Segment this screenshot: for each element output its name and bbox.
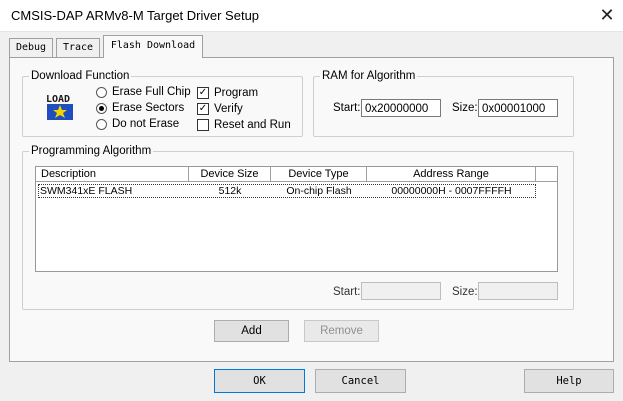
program-label[interactable]: Program [214,87,258,99]
tab-trace[interactable]: Trace [56,38,100,57]
help-button[interactable]: Help [524,369,614,393]
do-not-erase-label[interactable]: Do not Erase [112,118,179,130]
algorithm-table[interactable]: Description Device Size Device Type Addr… [35,166,558,272]
verify-checkbox[interactable]: ✓ [197,103,209,115]
do-not-erase-radio[interactable] [96,119,107,130]
row-device-size: 512k [218,185,242,197]
erase-full-chip-label[interactable]: Erase Full Chip [112,86,191,98]
load-icon-text: LOAD [46,94,70,105]
reset-and-run-checkbox[interactable] [197,119,209,131]
download-function-legend: Download Function [31,70,130,82]
column-header-device-type[interactable]: Device Type [271,167,367,182]
column-header-filler [536,167,557,182]
algo-start-input[interactable] [361,282,441,300]
ok-button[interactable]: OK [214,369,305,393]
ram-start-input[interactable]: 0x20000000 [361,99,441,117]
column-header-device-size[interactable]: Device Size [189,167,271,182]
close-icon[interactable]: ✕ [596,4,618,26]
algo-start-label: Start: [333,286,361,298]
tab-debug[interactable]: Debug [9,38,53,57]
row-device-type: On-chip Flash [286,185,352,197]
row-address-range: 00000000H - 0007FFFFH [391,185,512,197]
erase-sectors-label[interactable]: Erase Sectors [112,102,184,114]
reset-and-run-label[interactable]: Reset and Run [214,119,291,131]
add-button[interactable]: Add [214,320,289,342]
column-header-description[interactable]: Description [36,167,189,182]
load-icon: LOAD [46,94,73,120]
window-title: CMSIS-DAP ARMv8-M Target Driver Setup [11,8,260,23]
erase-full-chip-radio[interactable] [96,87,107,98]
algo-size-input[interactable] [478,282,558,300]
cancel-button[interactable]: Cancel [315,369,406,393]
erase-sectors-radio[interactable] [96,103,107,114]
programming-algorithm-legend: Programming Algorithm [31,145,152,157]
ram-size-label: Size: [452,102,478,114]
algo-size-label: Size: [452,286,478,298]
row-description: SWM341xE FLASH [40,185,133,197]
remove-button[interactable]: Remove [304,320,379,342]
program-checkbox[interactable]: ✓ [197,87,209,99]
ram-start-label: Start: [333,102,361,114]
verify-label[interactable]: Verify [214,103,243,115]
tab-flash-download[interactable]: Flash Download [103,35,203,58]
column-header-address-range[interactable]: Address Range [367,167,536,182]
ram-size-input[interactable]: 0x00001000 [478,99,558,117]
ram-for-algorithm-legend: RAM for Algorithm [322,70,416,82]
